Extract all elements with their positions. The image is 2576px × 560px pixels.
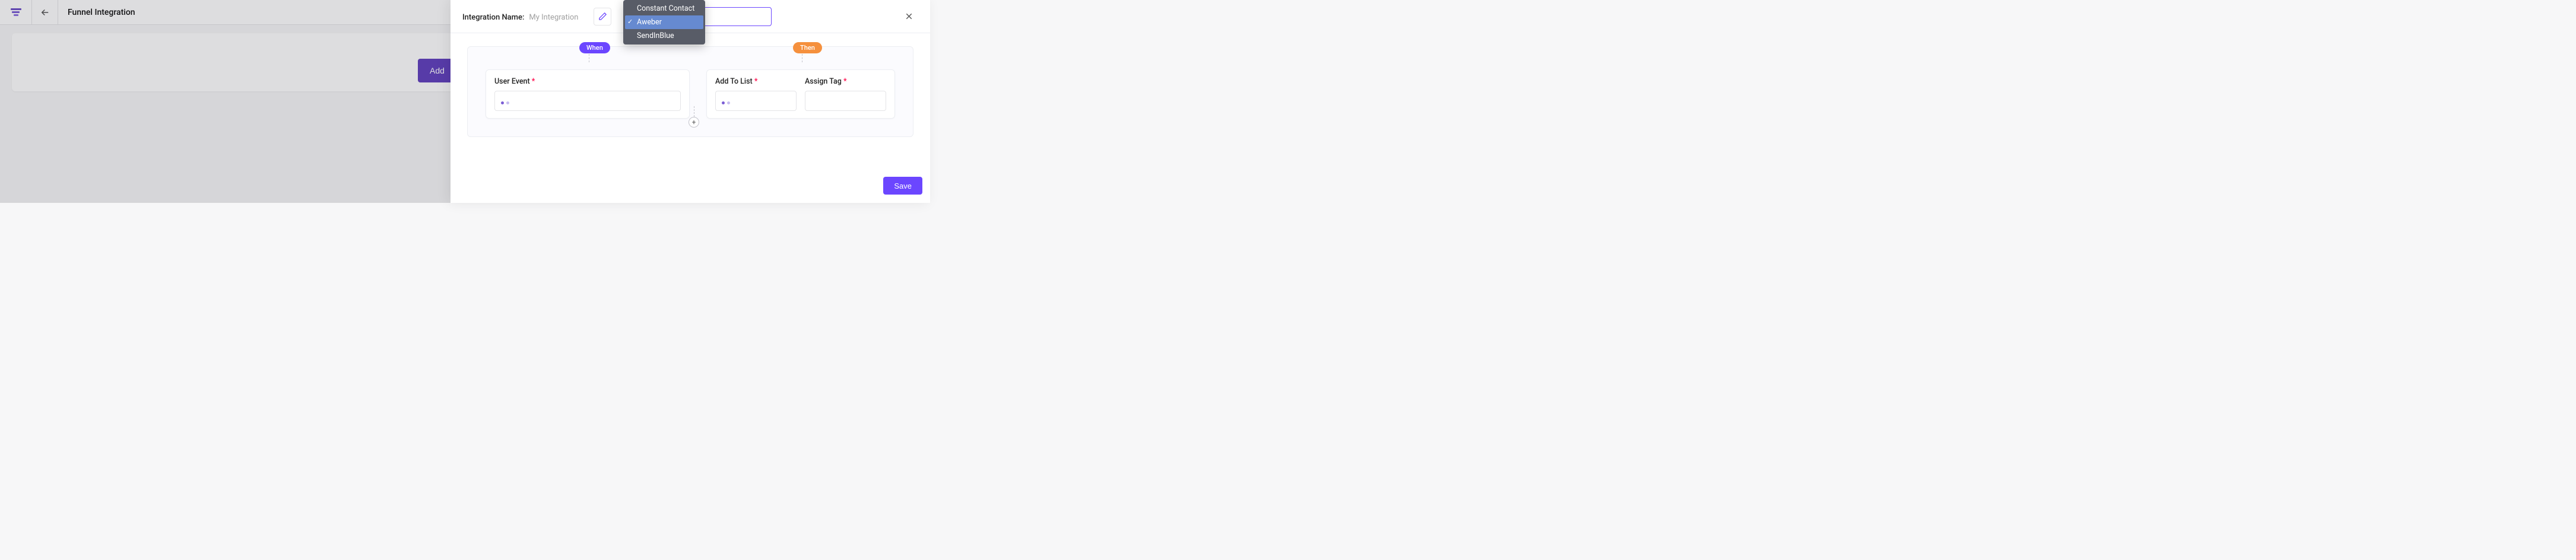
then-card: Add To List * Assign Tag * — [706, 69, 895, 119]
crm-option-label: Aweber — [637, 18, 662, 27]
back-button[interactable] — [32, 0, 58, 25]
check-icon: ✓ — [627, 18, 633, 26]
close-icon — [904, 11, 914, 21]
add-to-list-select[interactable] — [715, 91, 797, 111]
add-to-list-label: Add To List * — [715, 77, 797, 86]
pencil-icon — [598, 12, 607, 21]
add-step-button[interactable]: + — [689, 117, 699, 128]
user-event-select[interactable] — [494, 91, 681, 111]
integration-name-value: My Integration — [529, 13, 578, 22]
crm-option-constant-contact[interactable]: Constant Contact — [625, 2, 703, 15]
assign-tag-label: Assign Tag * — [805, 77, 886, 86]
integration-name-label: Integration Name: — [462, 13, 524, 22]
modal-scrim — [0, 0, 451, 203]
crm-dropdown: Constant Contact ✓ Aweber SendInBlue — [623, 0, 705, 44]
flow-builder: When Then User Event * — [467, 46, 913, 137]
arrow-left-icon — [40, 7, 50, 18]
edit-name-button[interactable] — [594, 8, 611, 26]
when-card: User Event * — [486, 69, 690, 119]
app-logo[interactable] — [0, 0, 32, 25]
then-badge: Then — [793, 42, 822, 53]
assign-tag-select[interactable] — [805, 91, 886, 111]
close-panel-button[interactable] — [899, 7, 918, 26]
page-title: Funnel Integration — [58, 8, 135, 17]
when-badge: When — [579, 42, 610, 53]
crm-option-aweber[interactable]: ✓ Aweber — [625, 15, 703, 29]
crm-option-sendinblue[interactable]: SendInBlue — [625, 29, 703, 43]
user-event-label: User Event * — [494, 77, 681, 86]
save-button[interactable]: Save — [883, 177, 922, 195]
